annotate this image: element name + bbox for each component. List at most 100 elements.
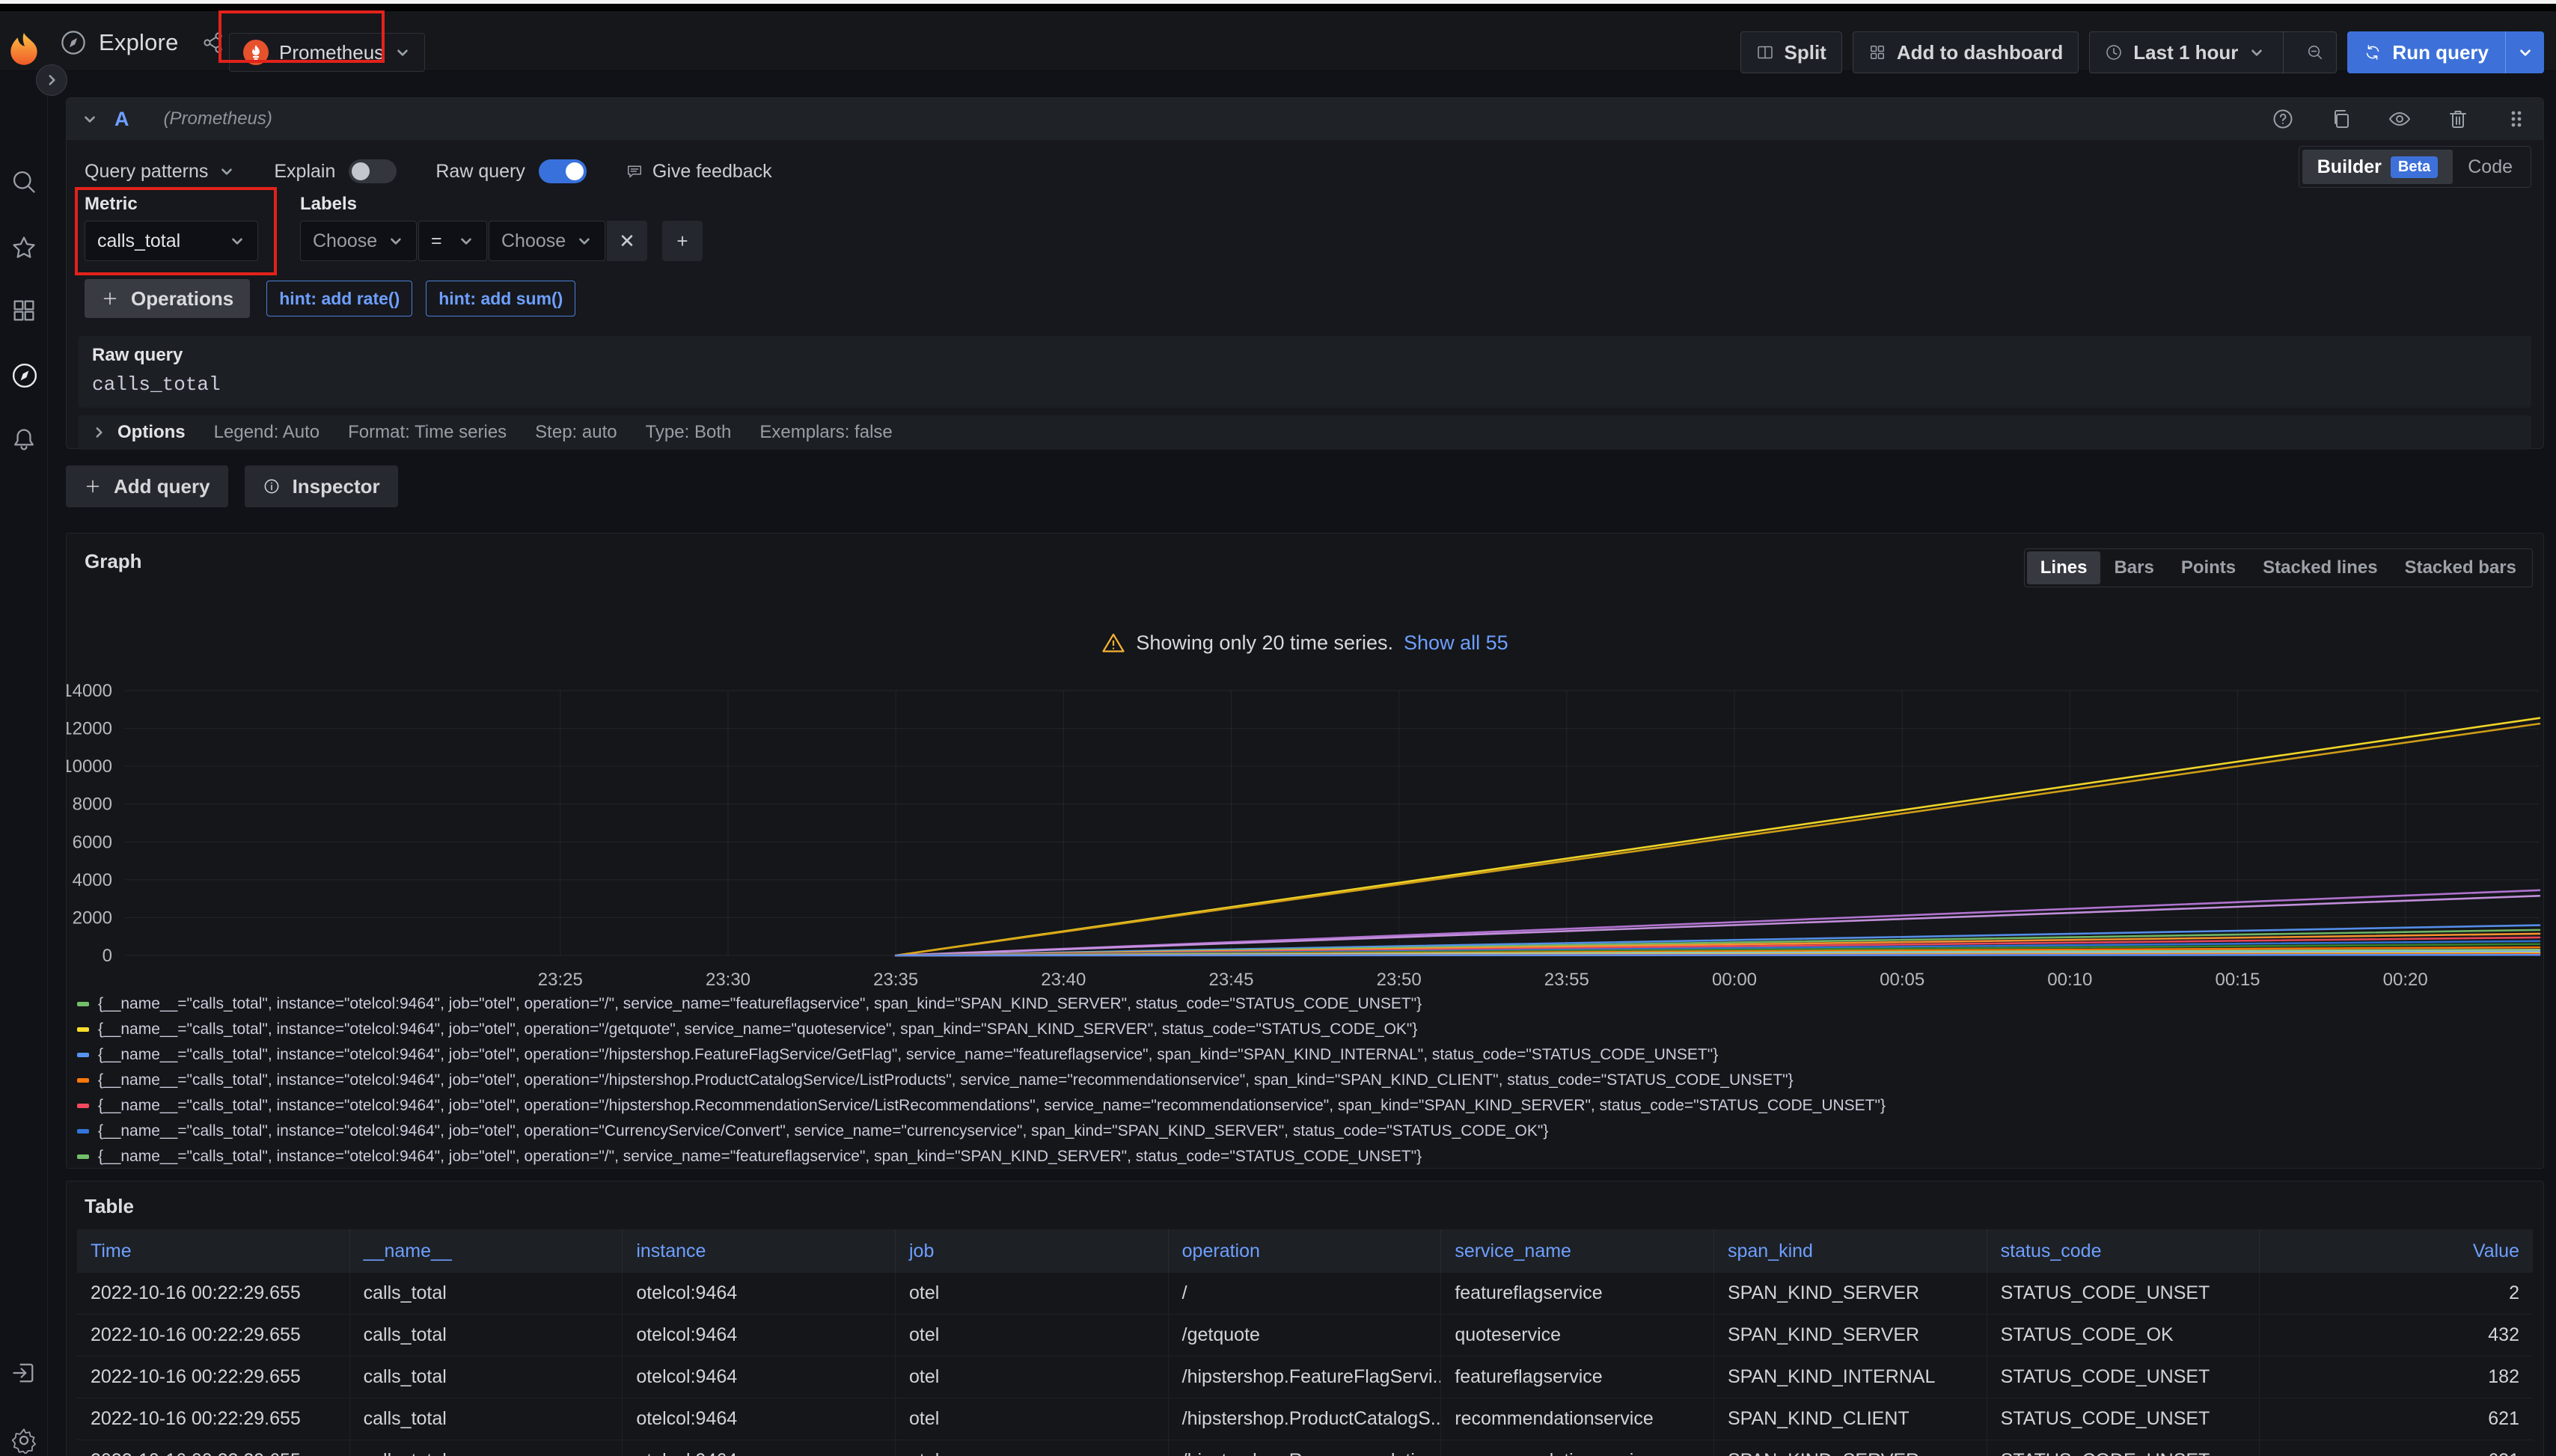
chevron-down-icon[interactable] xyxy=(2248,44,2265,61)
table-cell: SPAN_KIND_SERVER xyxy=(1714,1440,1987,1456)
sign-in-icon[interactable] xyxy=(10,1359,37,1386)
legend-item[interactable]: {__name__="calls_total", instance="otelc… xyxy=(77,1119,2537,1144)
give-feedback-link[interactable]: Give feedback xyxy=(626,161,772,183)
add-operation-button[interactable]: Operations xyxy=(85,279,250,318)
code-tab[interactable]: Code xyxy=(2453,150,2528,184)
time-range-button[interactable]: Last 1 hour xyxy=(2133,41,2238,64)
eye-icon[interactable] xyxy=(2388,107,2412,131)
legend-item[interactable]: {__name__="calls_total", instance="otelc… xyxy=(77,991,2537,1017)
table-cell: 432 xyxy=(2260,1315,2533,1356)
query-hint-button[interactable]: hint: add rate() xyxy=(266,281,412,316)
graph-mode-stacked-lines[interactable]: Stacked lines xyxy=(2249,551,2391,584)
add-to-dashboard-button[interactable]: Add to dashboard xyxy=(1853,31,2079,73)
table-cell: 621 xyxy=(2260,1440,2533,1456)
remove-label-filter-button[interactable]: ✕ xyxy=(607,221,647,261)
y-axis-tick: 2000 xyxy=(73,908,112,928)
column-header-span-kind[interactable]: span_kind xyxy=(1714,1229,1987,1273)
table-cell: calls_total xyxy=(350,1356,623,1398)
table-cell: calls_total xyxy=(350,1315,623,1356)
query-hint-button[interactable]: hint: add sum() xyxy=(426,281,575,316)
graph-mode-points[interactable]: Points xyxy=(2168,551,2249,584)
starred-icon[interactable] xyxy=(10,234,37,261)
timeseries-chart[interactable]: 0200040006000800010000120001400023:2523:… xyxy=(124,691,2540,990)
builder-tab[interactable]: Builder Beta xyxy=(2302,150,2453,184)
label-key-select[interactable]: Choose xyxy=(300,221,417,261)
column-header-instance[interactable]: instance xyxy=(623,1229,896,1273)
table-row[interactable]: 2022-10-16 00:22:29.655calls_totalotelco… xyxy=(77,1440,2533,1456)
run-query-button[interactable]: Run query xyxy=(2347,31,2544,73)
duplicate-icon[interactable] xyxy=(2329,107,2353,131)
table-cell: SPAN_KIND_CLIENT xyxy=(1714,1398,1987,1440)
dashboards-icon[interactable] xyxy=(10,297,37,324)
table-cell: /hipstershop.FeatureFlagServi... xyxy=(1169,1356,1442,1398)
legend-item[interactable]: {__name__="calls_total", instance="otelc… xyxy=(77,1017,2537,1042)
help-circle-icon[interactable] xyxy=(2271,107,2295,131)
legend-item[interactable]: {__name__="calls_total", instance="otelc… xyxy=(77,1042,2537,1068)
table-cell: 621 xyxy=(2260,1398,2533,1440)
inspector-button[interactable]: Inspector xyxy=(245,465,398,507)
sidebar-expand-button[interactable] xyxy=(36,64,67,96)
query-toolbar: Query patterns Explain Raw query Give fe… xyxy=(85,150,772,192)
show-all-series-link[interactable]: Show all 55 xyxy=(1404,631,1508,655)
legend-item[interactable]: {__name__="calls_total", instance="otelc… xyxy=(77,1068,2537,1093)
column-header-operation[interactable]: operation xyxy=(1169,1229,1442,1273)
column-header-time[interactable]: Time xyxy=(77,1229,350,1273)
add-label-filter-button[interactable]: + xyxy=(662,221,703,261)
table-row[interactable]: 2022-10-16 00:22:29.655calls_totalotelco… xyxy=(77,1398,2533,1440)
graph-mode-lines[interactable]: Lines xyxy=(2027,551,2101,584)
table-cell: otel xyxy=(896,1440,1169,1456)
explore-icon[interactable] xyxy=(10,361,37,388)
zoom-out-time-button[interactable] xyxy=(2294,31,2336,73)
x-axis-tick: 23:25 xyxy=(538,970,583,990)
query-row-header[interactable]: A (Prometheus) xyxy=(67,98,2543,140)
drag-handle-icon[interactable] xyxy=(2504,107,2528,131)
table-cell: /hipstershop.Recommendation... xyxy=(1169,1440,1442,1456)
search-icon[interactable] xyxy=(10,168,37,195)
split-button[interactable]: Split xyxy=(1740,31,1842,73)
trash-icon[interactable] xyxy=(2446,107,2470,131)
table-cell: otel xyxy=(896,1273,1169,1314)
collapse-chevron-icon[interactable] xyxy=(82,111,98,127)
chart-series-line xyxy=(896,724,2540,955)
x-axis-tick: 00:10 xyxy=(2047,970,2092,990)
y-axis-tick: 12000 xyxy=(66,719,112,739)
column-header-value[interactable]: Value xyxy=(2260,1229,2533,1273)
table-row[interactable]: 2022-10-16 00:22:29.655calls_totalotelco… xyxy=(77,1273,2533,1315)
run-query-caret[interactable] xyxy=(2505,31,2544,73)
metric-select[interactable]: calls_total xyxy=(85,221,258,261)
column-header--name-[interactable]: __name__ xyxy=(350,1229,623,1273)
legend-color-chip xyxy=(77,1053,89,1057)
table-row[interactable]: 2022-10-16 00:22:29.655calls_totalotelco… xyxy=(77,1356,2533,1398)
chevron-down-icon xyxy=(394,44,411,61)
graph-mode-bars[interactable]: Bars xyxy=(2100,551,2167,584)
label-value-select[interactable]: Choose xyxy=(489,221,605,261)
column-header-job[interactable]: job xyxy=(896,1229,1169,1273)
raw-query-toggle[interactable] xyxy=(539,159,587,183)
header-actions: Split Add to dashboard Last 1 hour xyxy=(1740,31,2545,73)
apps-icon xyxy=(1868,43,1886,61)
grafana-logo-icon[interactable] xyxy=(7,32,42,70)
graph-mode-stacked-bars[interactable]: Stacked bars xyxy=(2391,551,2530,584)
y-axis-tick: 4000 xyxy=(73,870,112,890)
label-operator-select[interactable]: = xyxy=(418,221,487,261)
table-row[interactable]: 2022-10-16 00:22:29.655calls_totalotelco… xyxy=(77,1315,2533,1356)
legend-item-clipped[interactable]: {__name__="calls_total", instance="otelc… xyxy=(77,1144,2537,1168)
query-options-row[interactable]: Options Legend: AutoFormat: Time seriesS… xyxy=(79,415,2531,450)
chevron-right-icon xyxy=(43,72,60,88)
column-header-status-code[interactable]: status_code xyxy=(1987,1229,2260,1273)
clock-icon xyxy=(2105,43,2123,61)
alerting-bell-icon[interactable] xyxy=(10,426,37,453)
explain-toggle[interactable] xyxy=(349,159,397,183)
add-query-button[interactable]: Add query xyxy=(66,465,228,507)
query-patterns-dropdown[interactable]: Query patterns xyxy=(85,161,235,183)
y-axis-tick: 6000 xyxy=(73,832,112,852)
chevron-down-icon xyxy=(2517,44,2534,61)
table-cell: 2022-10-16 00:22:29.655 xyxy=(77,1440,350,1456)
legend-item[interactable]: {__name__="calls_total", instance="otelc… xyxy=(77,1093,2537,1119)
table-cell: otel xyxy=(896,1315,1169,1356)
column-header-service-name[interactable]: service_name xyxy=(1441,1229,1714,1273)
datasource-picker[interactable]: Prometheus xyxy=(229,33,425,72)
settings-gear-icon[interactable] xyxy=(10,1427,37,1454)
share-icon[interactable] xyxy=(201,31,225,55)
table-cell: featureflagservice xyxy=(1441,1356,1714,1398)
